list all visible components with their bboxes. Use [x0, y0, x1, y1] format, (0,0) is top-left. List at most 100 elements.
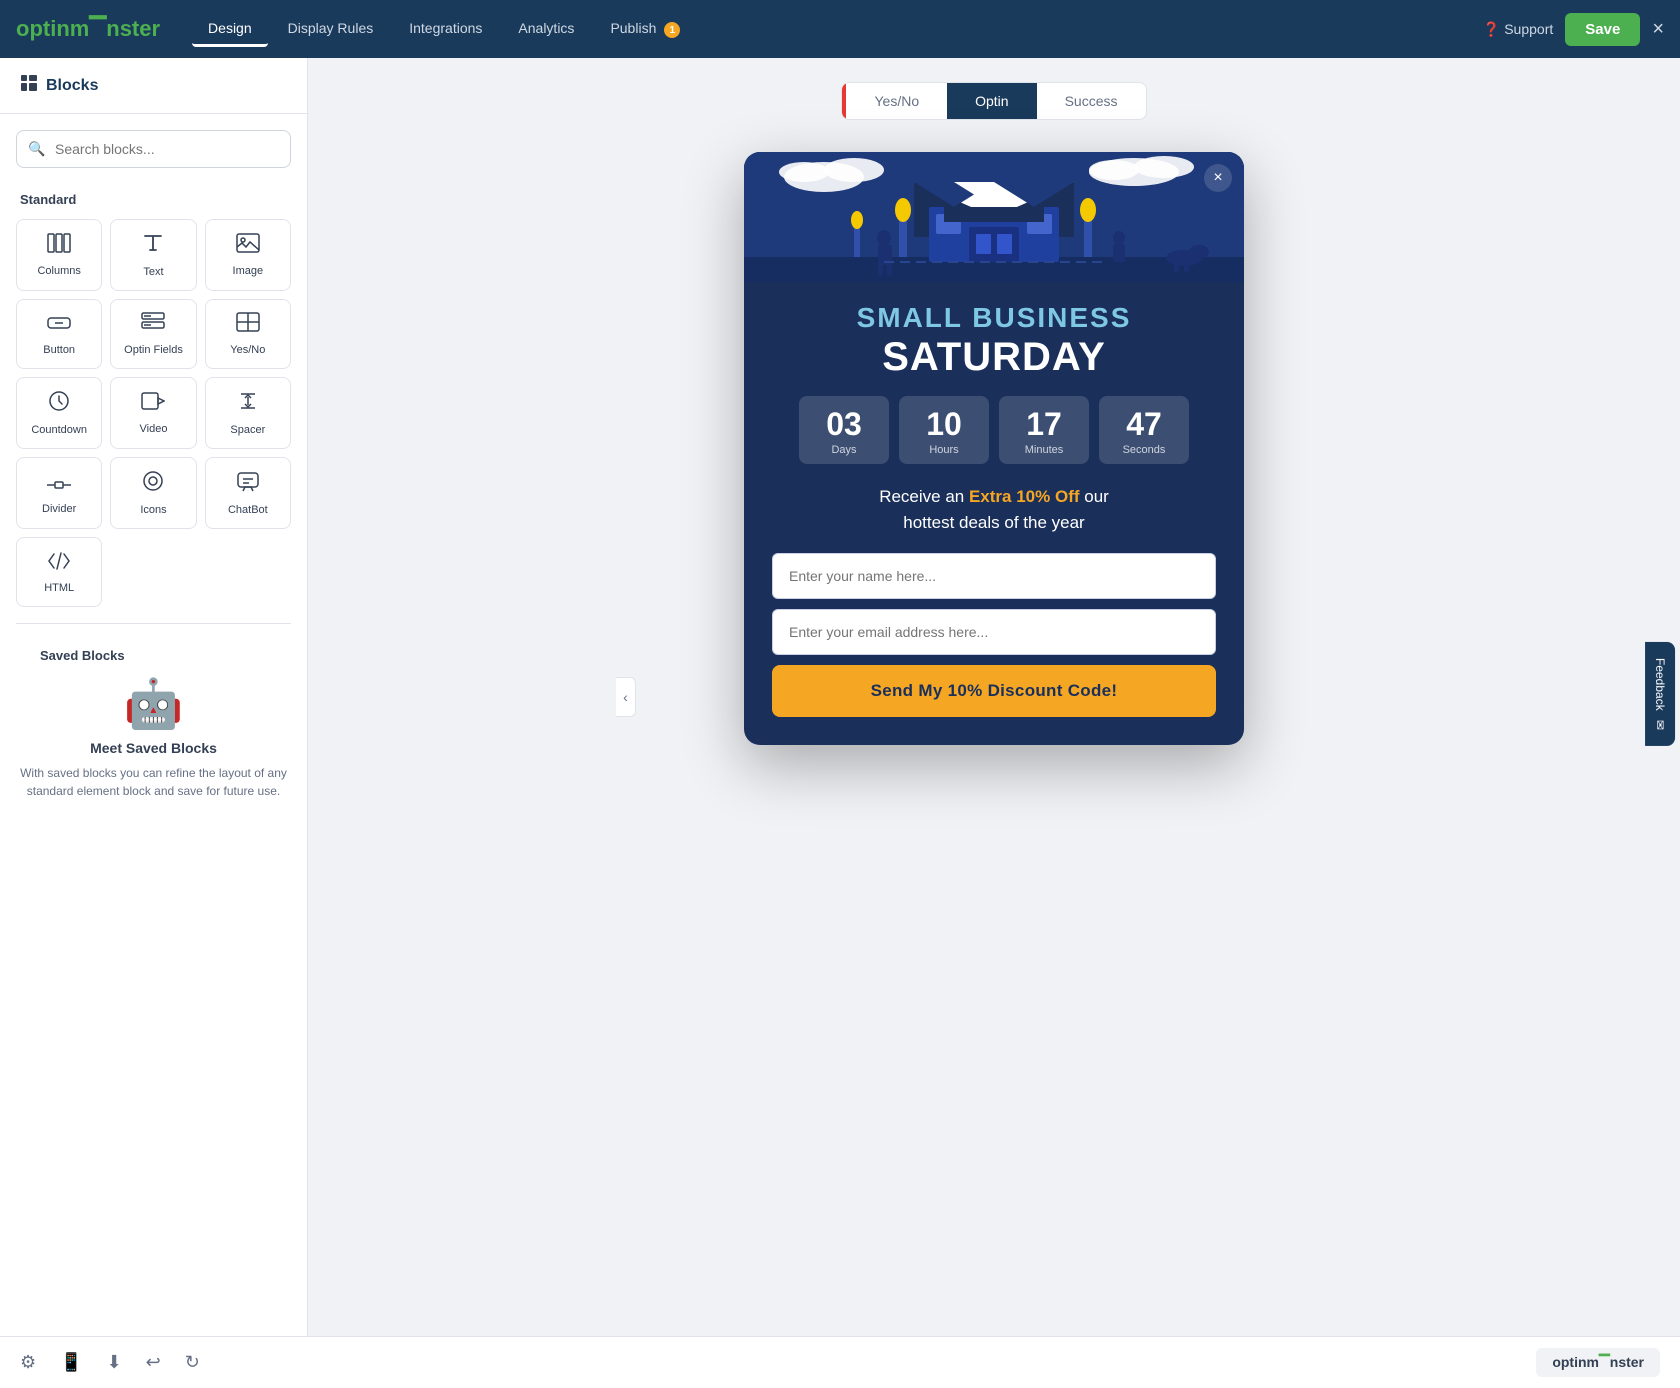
block-columns-label: Columns	[37, 265, 80, 277]
promo-prefix: Receive an	[879, 487, 969, 506]
main-content: Yes/No Optin Success ‹ ×	[308, 58, 1680, 1336]
tab-success[interactable]: Success	[1037, 83, 1146, 119]
block-yes-no-label: Yes/No	[230, 344, 265, 356]
block-columns[interactable]: Columns	[16, 219, 102, 291]
saved-title: Meet Saved Blocks	[90, 740, 217, 756]
block-icons-label: Icons	[140, 504, 166, 516]
popup-form: Send My 10% Discount Code!	[772, 553, 1216, 717]
settings-icon: ⚙	[20, 1352, 36, 1372]
logo-text: optinm▔nster	[16, 16, 160, 42]
sidebar-divider	[16, 623, 291, 624]
countdown-icon	[48, 390, 70, 418]
chatbot-icon	[237, 470, 259, 498]
countdown-days: 03 Days	[799, 396, 889, 464]
block-spacer[interactable]: Spacer	[205, 377, 291, 449]
search-input[interactable]	[16, 130, 291, 168]
settings-button[interactable]: ⚙	[20, 1352, 36, 1373]
block-video[interactable]: Video	[110, 377, 196, 449]
redo-icon: ↻	[185, 1352, 200, 1372]
bottombar-brand: optinm▔nster	[1536, 1348, 1660, 1377]
promo-text: Receive an Extra 10% Off ourhottest deal…	[772, 484, 1216, 535]
block-divider[interactable]: Divider	[16, 457, 102, 529]
standard-label: Standard	[0, 184, 307, 211]
sidebar-collapse-button[interactable]: ‹	[616, 677, 636, 717]
yes-no-icon	[236, 312, 260, 338]
block-countdown[interactable]: Countdown	[16, 377, 102, 449]
download-button[interactable]: ⬇	[107, 1352, 122, 1373]
search-icon: 🔍	[28, 141, 45, 158]
publish-badge: 1	[664, 22, 680, 38]
redo-button[interactable]: ↻	[185, 1352, 200, 1373]
block-image-label: Image	[233, 265, 264, 277]
blocks-grid: Columns Text Image Button	[0, 211, 307, 615]
block-text[interactable]: Text	[110, 219, 196, 291]
block-button[interactable]: Button	[16, 299, 102, 369]
block-yes-no[interactable]: Yes/No	[205, 299, 291, 369]
brand-text: optinm▔nster	[1552, 1354, 1644, 1371]
bottombar: ⚙ 📱 ⬇ ↩ ↻ optinm▔nster	[0, 1336, 1680, 1388]
close-button[interactable]: ×	[1652, 18, 1664, 41]
feedback-label: Feedback	[1653, 658, 1667, 711]
sidebar-title: Blocks	[46, 77, 98, 95]
tab-yes-no[interactable]: Yes/No	[846, 83, 947, 119]
undo-button[interactable]: ↩	[146, 1352, 161, 1373]
nav-right: ❓ Support Save ×	[1483, 13, 1664, 46]
sidebar-header: Blocks	[0, 58, 307, 114]
countdown-hours: 10 Hours	[899, 396, 989, 464]
submit-button[interactable]: Send My 10% Discount Code!	[772, 665, 1216, 717]
countdown-seconds-value: 47	[1126, 408, 1162, 440]
support-button[interactable]: ❓ Support	[1483, 21, 1553, 38]
icons-icon	[142, 470, 164, 498]
saved-blocks-section: Saved Blocks 🤖 Meet Saved Blocks With sa…	[0, 632, 307, 820]
block-button-label: Button	[43, 344, 75, 356]
popup-illustration	[744, 152, 1244, 282]
nav-integrations[interactable]: Integrations	[393, 12, 498, 47]
search-container: 🔍	[16, 130, 291, 168]
block-optin-fields[interactable]: Optin Fields	[110, 299, 196, 369]
mobile-preview-button[interactable]: 📱	[60, 1352, 82, 1373]
block-image[interactable]: Image	[205, 219, 291, 291]
main-layout: Blocks 🔍 Standard Columns Text	[0, 58, 1680, 1336]
saved-monster: 🤖 Meet Saved Blocks With saved blocks yo…	[20, 675, 287, 800]
popup-body: SMALL BUSINESS SATURDAY 03 Days 10 Hours…	[744, 282, 1244, 745]
countdown-hours-label: Hours	[929, 444, 958, 456]
nav-links: Design Display Rules Integrations Analyt…	[192, 12, 1475, 47]
saved-blocks-label: Saved Blocks	[20, 640, 287, 667]
countdown-minutes-value: 17	[1026, 408, 1062, 440]
countdown-seconds: 47 Seconds	[1099, 396, 1189, 464]
popup-close-button[interactable]: ×	[1204, 164, 1232, 192]
email-input[interactable]	[772, 609, 1216, 655]
block-divider-label: Divider	[42, 503, 76, 515]
block-html-label: HTML	[44, 582, 74, 594]
countdown-days-value: 03	[826, 408, 862, 440]
topnav: optinm▔nster Design Display Rules Integr…	[0, 0, 1680, 58]
block-html[interactable]: HTML	[16, 537, 102, 607]
block-chatbot[interactable]: ChatBot	[205, 457, 291, 529]
block-optin-fields-label: Optin Fields	[124, 344, 183, 356]
name-input[interactable]	[772, 553, 1216, 599]
popup-title-line1: SMALL BUSINESS	[772, 302, 1216, 334]
monster-illustration: 🤖	[124, 675, 184, 732]
block-chatbot-label: ChatBot	[228, 504, 268, 516]
block-icons[interactable]: Icons	[110, 457, 196, 529]
nav-display-rules[interactable]: Display Rules	[272, 12, 390, 47]
nav-analytics[interactable]: Analytics	[502, 12, 590, 47]
popup-title: SMALL BUSINESS SATURDAY	[772, 302, 1216, 380]
feedback-tab[interactable]: Feedback ✉	[1645, 642, 1675, 746]
popup-preview: ×	[744, 152, 1244, 745]
columns-icon	[47, 233, 71, 259]
nav-publish[interactable]: Publish 1	[594, 12, 696, 47]
countdown-minutes-label: Minutes	[1025, 444, 1064, 456]
video-icon	[141, 391, 165, 417]
tab-optin[interactable]: Optin	[947, 83, 1036, 119]
divider-icon	[47, 471, 71, 497]
save-button[interactable]: Save	[1565, 13, 1640, 46]
block-text-label: Text	[143, 266, 163, 278]
popup-title-line2: SATURDAY	[772, 334, 1216, 380]
saved-desc: With saved blocks you can refine the lay…	[20, 764, 287, 800]
nav-design[interactable]: Design	[192, 12, 268, 47]
optin-fields-icon	[141, 312, 165, 338]
countdown-seconds-label: Seconds	[1123, 444, 1166, 456]
logo[interactable]: optinm▔nster	[16, 16, 160, 42]
spacer-icon	[237, 390, 259, 418]
